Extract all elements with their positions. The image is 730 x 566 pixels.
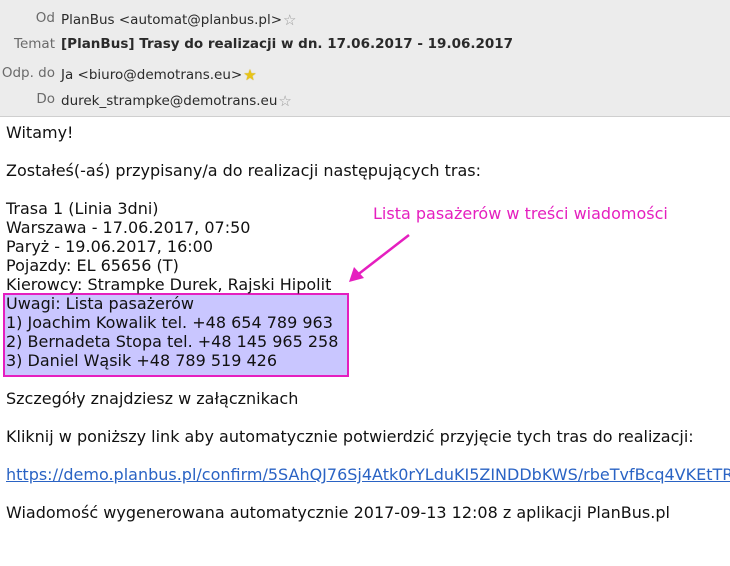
annotation-arrow-icon — [349, 234, 410, 282]
arrow-head — [349, 267, 364, 282]
arrow-shaft — [355, 234, 410, 277]
